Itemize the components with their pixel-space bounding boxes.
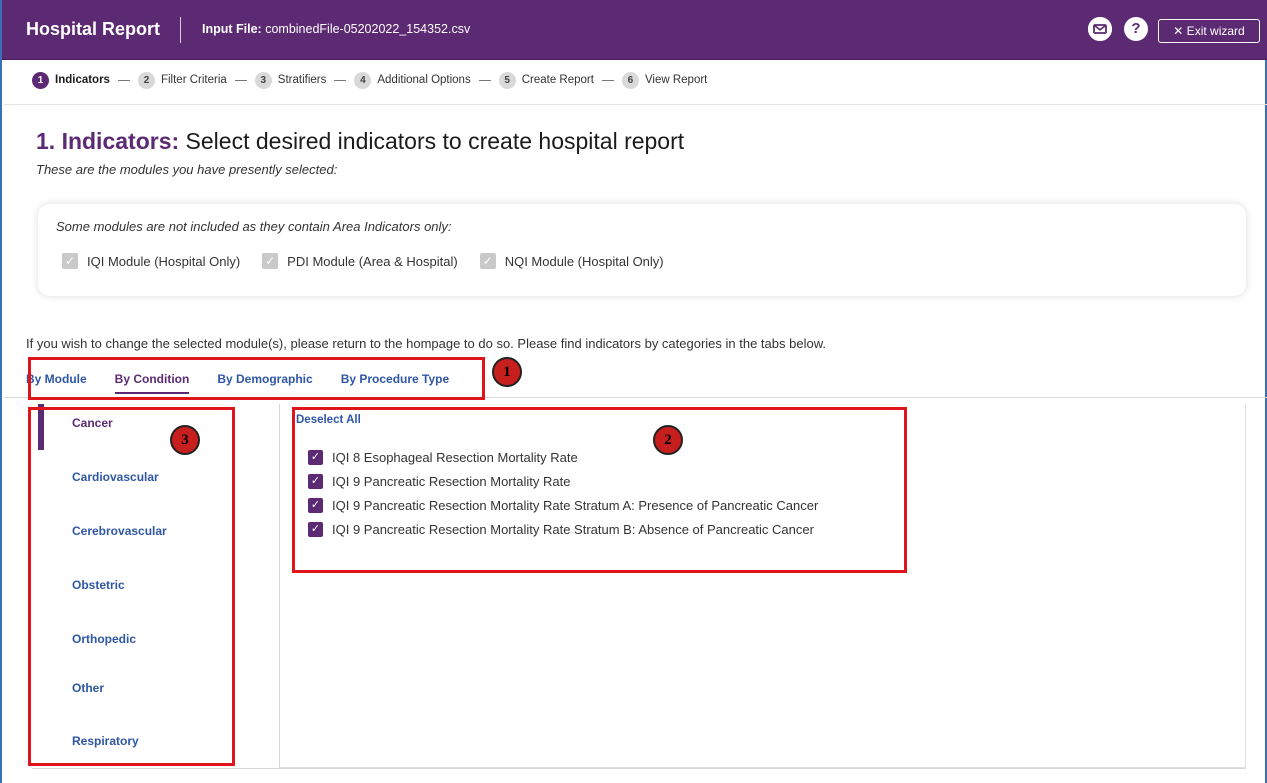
panel-bottom-border (32, 768, 1246, 769)
step-connector (478, 79, 491, 81)
step-additional-options[interactable]: 4 Additional Options (354, 71, 471, 89)
step-connector (234, 79, 247, 81)
header-bar: Hospital Report Input File: combinedFile… (2, 0, 1267, 60)
mail-icon[interactable] (1088, 17, 1112, 41)
exit-wizard-button[interactable]: ✕ Exit wizard (1158, 19, 1260, 43)
step-label: Stratifiers (277, 74, 327, 86)
step-label: Create Report (521, 74, 594, 86)
module-label: IQI Module (Hospital Only) (87, 253, 241, 269)
help-icon[interactable]: ? (1124, 17, 1148, 41)
step-stratifiers[interactable]: 3 Stratifiers (254, 71, 327, 89)
step-number: 1 (32, 71, 49, 89)
input-file-caption: Input File: (202, 22, 262, 36)
page-title-prefix: 1. Indicators: (36, 128, 180, 154)
checkbox-disabled: ✓ (479, 253, 496, 269)
title-divider (180, 17, 181, 43)
step-number: 6 (621, 71, 639, 89)
app-title: Hospital Report (26, 19, 161, 39)
annotation-badge-1: 1 (492, 357, 522, 387)
step-view-report[interactable]: 6 View Report (621, 71, 708, 89)
annotation-box-tabs (28, 357, 485, 400)
step-indicators[interactable]: 1 Indicators (32, 71, 110, 89)
checkbox-disabled: ✓ (262, 253, 279, 269)
step-connector (334, 79, 347, 81)
divider (4, 104, 1267, 105)
module-pdi: ✓ PDI Module (Area & Hospital) (262, 253, 458, 269)
app-window: Hospital Report Input File: combinedFile… (0, 0, 1267, 783)
step-label: View Report (644, 74, 708, 86)
annotation-box-indicators (292, 407, 907, 573)
modules-note: Some modules are not included as they co… (56, 219, 452, 234)
annotation-badge-2: 2 (653, 425, 683, 455)
module-label: NQI Module (Hospital Only) (504, 253, 664, 269)
module-iqi: ✓ IQI Module (Hospital Only) (62, 253, 240, 269)
step-filter-criteria[interactable]: 2 Filter Criteria (137, 71, 227, 89)
input-file-name: combinedFile-05202022_154352.csv (265, 22, 471, 36)
page-title-text: Select desired indicators to create hosp… (179, 128, 685, 154)
step-number: 4 (354, 71, 372, 89)
annotation-box-categories (28, 407, 235, 766)
step-number: 2 (137, 71, 155, 89)
step-number: 3 (254, 71, 272, 89)
step-label: Additional Options (377, 74, 471, 86)
input-file-label: Input File: combinedFile-05202022_154352… (202, 22, 470, 36)
step-label: Indicators (55, 74, 110, 86)
page-title: 1. Indicators: Select desired indicators… (36, 128, 684, 155)
module-nqi: ✓ NQI Module (Hospital Only) (479, 253, 664, 269)
step-label: Filter Criteria (160, 74, 227, 86)
page-subtitle: These are the modules you have presently… (36, 162, 338, 177)
step-create-report[interactable]: 5 Create Report (498, 71, 594, 89)
step-connector (601, 79, 614, 81)
step-number: 5 (498, 71, 516, 89)
module-change-info: If you wish to change the selected modul… (26, 336, 826, 351)
wizard-stepper: 1 Indicators 2 Filter Criteria 3 Stratifier… (32, 68, 707, 92)
modules-list: ✓ IQI Module (Hospital Only) ✓ PDI Module … (62, 253, 686, 269)
annotation-badge-3: 3 (170, 425, 200, 455)
module-label: PDI Module (Area & Hospital) (287, 253, 458, 269)
selected-modules-card: Some modules are not included as they co… (38, 204, 1246, 296)
step-connector (117, 79, 130, 81)
checkbox-disabled: ✓ (62, 253, 78, 269)
